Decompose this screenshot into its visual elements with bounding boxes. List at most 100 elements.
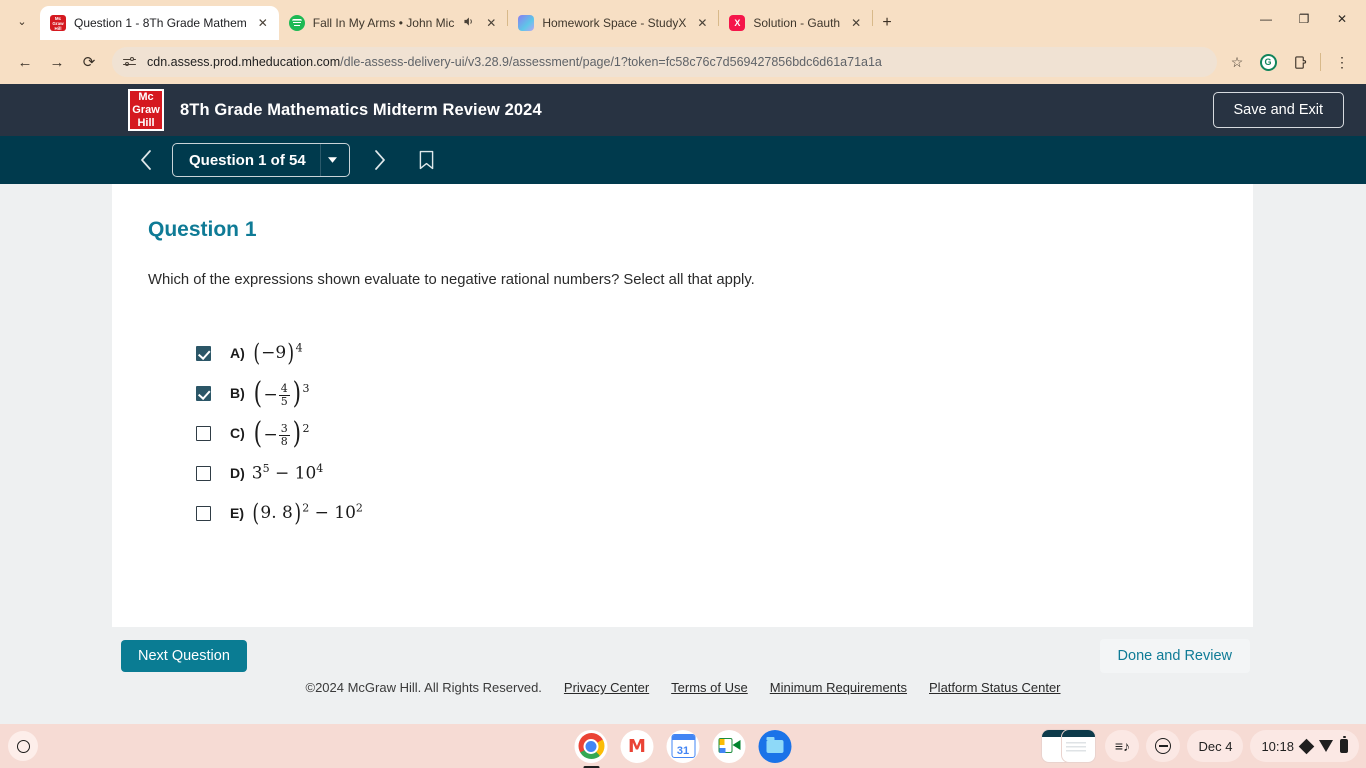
calendar-icon[interactable]: 31 — [666, 729, 700, 763]
taskbar-status-area: ≡♪ Dec 4 10:18 — [1042, 730, 1366, 762]
answer-option-b[interactable]: B) (− 4 5) 3 — [196, 373, 1217, 413]
footer-link-platform-status-center[interactable]: Platform Status Center — [929, 680, 1061, 695]
forward-icon[interactable]: → — [42, 47, 72, 77]
system-taskbar: M 31 ≡♪ Dec 4 10:18 — [0, 724, 1366, 768]
taskbar-status-tray[interactable]: 10:18 — [1250, 730, 1359, 762]
chrome-icon[interactable] — [574, 729, 608, 763]
checkbox-e[interactable] — [196, 505, 211, 521]
done-and-review-button[interactable]: Done and Review — [1099, 639, 1250, 673]
window-close-icon[interactable]: ✕ — [1324, 6, 1360, 32]
tab-audio-icon[interactable] — [462, 15, 475, 31]
answer-option-e[interactable]: E) (9. 8)2 − 102 — [196, 493, 1217, 533]
option-letter-a: A) — [230, 345, 245, 361]
address-bar[interactable]: cdn.assess.prod.mheducation.com/dle-asse… — [112, 47, 1217, 77]
option-expression-d: 35 − 104 — [251, 462, 324, 484]
logo-line-3: Hill — [137, 116, 155, 129]
browser-tab-spotify[interactable]: Fall In My Arms • John Mic ✕ — [279, 6, 508, 40]
page-footer: ©2024 McGraw Hill. All Rights Reserved. … — [0, 680, 1366, 695]
save-and-exit-button[interactable]: Save and Exit — [1212, 92, 1344, 128]
site-settings-icon[interactable] — [122, 54, 138, 70]
option-expression-c: (− 3 8) 2 — [253, 415, 310, 451]
answer-option-a[interactable]: A) (−9)4 — [196, 333, 1217, 373]
checkbox-b[interactable] — [196, 385, 211, 401]
browser-window: ⌄ Mc Graw Hill Question 1 - 8Th Grade Ma… — [0, 0, 1366, 724]
files-icon[interactable] — [758, 729, 792, 763]
tab-search-icon[interactable]: ⌄ — [8, 7, 36, 35]
previous-question-icon[interactable] — [130, 144, 162, 176]
bookmark-star-icon[interactable]: ☆ — [1223, 48, 1251, 76]
grammarly-extension-icon[interactable]: G — [1254, 48, 1282, 76]
next-question-icon[interactable] — [364, 144, 396, 176]
window-previews[interactable] — [1042, 730, 1096, 762]
tab-close-icon[interactable]: ✕ — [848, 16, 864, 30]
checkbox-c[interactable] — [196, 425, 211, 441]
checkbox-d[interactable] — [196, 465, 211, 481]
wifi-icon — [1319, 740, 1333, 752]
taskbar-app-list: M 31 — [574, 729, 792, 763]
copyright-text: ©2024 McGraw Hill. All Rights Reserved. — [305, 680, 542, 695]
tab-title: Question 1 - 8Th Grade Mathem — [74, 16, 247, 30]
answer-option-d[interactable]: D) 35 − 104 — [196, 453, 1217, 493]
bookmark-icon[interactable] — [410, 143, 444, 177]
option-letter-b: B) — [230, 385, 245, 401]
window-controls: — ❐ ✕ — [1248, 6, 1366, 40]
studyx-favicon-icon — [518, 15, 535, 31]
tab-close-icon[interactable]: ✕ — [255, 16, 271, 30]
tab-title: Solution - Gauth — [753, 16, 841, 30]
footer-link-privacy-center[interactable]: Privacy Center — [564, 680, 649, 695]
browser-tab-mcgraw[interactable]: Mc Graw Hill Question 1 - 8Th Grade Math… — [40, 6, 279, 40]
question-action-bar: Next Question Done and Review — [0, 634, 1366, 678]
taskbar-time: 10:18 — [1261, 738, 1294, 754]
chrome-menu-icon[interactable]: ⋮ — [1328, 48, 1356, 76]
reload-icon[interactable]: ⟳ — [74, 47, 104, 77]
url-domain: cdn.assess.prod.mheducation.com — [147, 55, 341, 69]
chevron-down-icon[interactable] — [321, 157, 345, 163]
extensions-icon[interactable] — [1285, 48, 1313, 76]
browser-tab-gauth[interactable]: X Solution - Gauth ✕ — [719, 6, 872, 40]
logo-line-1: Mc — [138, 90, 154, 103]
option-expression-e: (9. 8)2 − 102 — [252, 499, 363, 527]
maximize-icon[interactable]: ❐ — [1286, 6, 1322, 32]
option-letter-e: E) — [230, 505, 244, 521]
option-expression-a: (−9)4 — [253, 339, 303, 367]
question-panel: Question 1 Which of the expressions show… — [112, 184, 1253, 627]
url-path: /dle-assess-delivery-ui/v3.28.9/assessme… — [340, 55, 882, 69]
option-expression-b: (− 4 5) 3 — [253, 375, 310, 411]
assessment-header: Mc Graw Hill 8Th Grade Mathematics Midte… — [0, 84, 1366, 136]
music-playlist-icon[interactable]: ≡♪ — [1105, 730, 1140, 762]
window-preview-front[interactable] — [1062, 730, 1096, 762]
launcher-icon[interactable] — [8, 731, 38, 761]
omnibox-actions: ☆ G ⋮ — [1223, 48, 1356, 76]
tab-title: Fall In My Arms • John Mic — [312, 16, 455, 30]
tab-close-icon[interactable]: ✕ — [694, 16, 710, 30]
question-navigation-bar: Question 1 of 54 — [0, 136, 1366, 184]
google-meet-icon[interactable] — [712, 729, 746, 763]
browser-tab-studyx[interactable]: Homework Space - StudyX ✕ — [508, 6, 718, 40]
footer-link-terms-of-use[interactable]: Terms of Use — [671, 680, 748, 695]
mcgraw-hill-logo: Mc Graw Hill — [128, 89, 164, 131]
gmail-icon[interactable]: M — [620, 729, 654, 763]
taskbar-date[interactable]: Dec 4 — [1187, 730, 1244, 762]
question-prompt: Which of the expressions shown evaluate … — [148, 272, 755, 288]
do-not-disturb-icon[interactable] — [1146, 730, 1181, 762]
calendar-day: 31 — [671, 734, 695, 758]
next-question-button[interactable]: Next Question — [121, 640, 247, 672]
mcgraw-hill-favicon-icon: Mc Graw Hill — [50, 15, 66, 31]
logo-line-2: Graw — [132, 103, 160, 116]
footer-link-minimum-requirements[interactable]: Minimum Requirements — [770, 680, 907, 695]
assessment-title: 8Th Grade Mathematics Midterm Review 202… — [180, 100, 542, 119]
omnibox-toolbar: ← → ⟳ cdn.assess.prod.mheducation.com/dl… — [0, 40, 1366, 84]
question-selector-dropdown[interactable]: Question 1 of 54 — [172, 143, 350, 177]
assessment-page: Mc Graw Hill 8Th Grade Mathematics Midte… — [0, 84, 1366, 724]
network-icon — [1298, 738, 1315, 754]
option-letter-c: C) — [230, 425, 245, 441]
spotify-favicon-icon — [288, 15, 305, 31]
checkbox-a[interactable] — [196, 345, 211, 361]
back-icon[interactable]: ← — [10, 47, 40, 77]
answer-option-c[interactable]: C) (− 3 8) 2 — [196, 413, 1217, 453]
tab-close-icon[interactable]: ✕ — [483, 16, 499, 30]
new-tab-button[interactable]: + — [873, 9, 901, 37]
url-text: cdn.assess.prod.mheducation.com/dle-asse… — [147, 55, 882, 69]
minimize-icon[interactable]: — — [1248, 6, 1284, 32]
question-selector-label: Question 1 of 54 — [189, 151, 306, 169]
